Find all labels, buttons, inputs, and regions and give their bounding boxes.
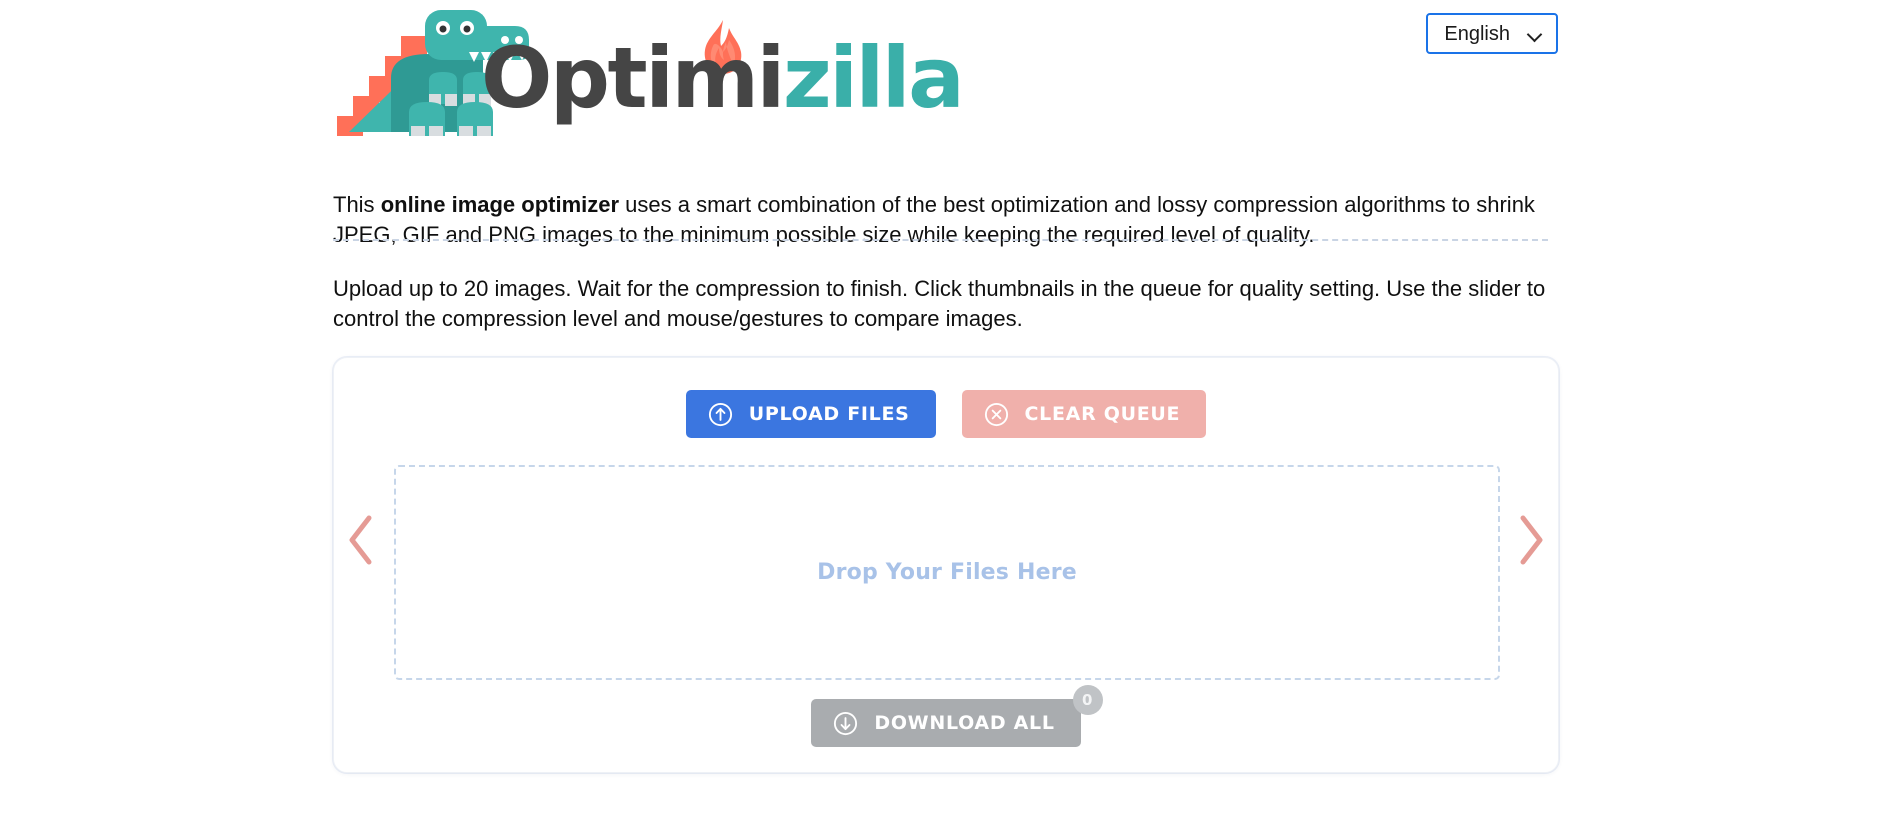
- chevron-down-icon: [1528, 29, 1542, 38]
- chevron-right-icon: [1520, 515, 1543, 565]
- upload-arrow-circle-icon: [708, 402, 732, 426]
- close-circle-icon: [984, 402, 1008, 426]
- download-all-label: DOWNLOAD ALL: [874, 712, 1055, 734]
- upload-files-button[interactable]: UPLOAD FILES: [685, 390, 936, 438]
- section-divider: [333, 239, 1548, 241]
- page-root: Optimizilla English This online image op…: [0, 0, 1879, 831]
- file-dropzone[interactable]: Drop Your Files Here: [394, 465, 1500, 680]
- clear-queue-button[interactable]: CLEAR QUEUE: [961, 390, 1207, 438]
- upload-files-label: UPLOAD FILES: [748, 403, 910, 425]
- download-count-badge: 0: [1072, 685, 1103, 715]
- clear-queue-label: CLEAR QUEUE: [1024, 403, 1181, 425]
- action-button-row: UPLOAD FILES CLEAR QUEUE: [334, 390, 1558, 438]
- language-selector-wrapper: English: [1426, 13, 1558, 54]
- queue-prev-button[interactable]: [342, 510, 382, 570]
- intro-p1-prefix: This: [333, 192, 381, 217]
- logo-wordmark: Optimizilla: [481, 36, 965, 120]
- intro-p1-bold: online image optimizer: [380, 192, 620, 217]
- download-all-button[interactable]: DOWNLOAD ALL 0: [811, 685, 1103, 747]
- logo-word-teal: zilla: [782, 29, 965, 127]
- intro-paragraph-1: This online image optimizer uses a smart…: [333, 190, 1548, 250]
- download-arrow-circle-icon: [834, 711, 858, 735]
- language-select-value: English: [1444, 22, 1510, 45]
- queue-next-button[interactable]: [1510, 510, 1550, 570]
- dropzone-label: Drop Your Files Here: [817, 560, 1077, 585]
- site-logo[interactable]: Optimizilla: [333, 8, 965, 136]
- logo-word-dark: Optimi: [481, 29, 785, 127]
- language-select[interactable]: English: [1426, 13, 1558, 54]
- intro-paragraph-2: Upload up to 20 images. Wait for the com…: [333, 276, 1546, 331]
- chevron-left-icon: [349, 515, 372, 565]
- upload-queue-card: UPLOAD FILES CLEAR QUEUE Drop Your Files…: [333, 357, 1559, 773]
- download-all-row: DOWNLOAD ALL 0: [334, 685, 1558, 747]
